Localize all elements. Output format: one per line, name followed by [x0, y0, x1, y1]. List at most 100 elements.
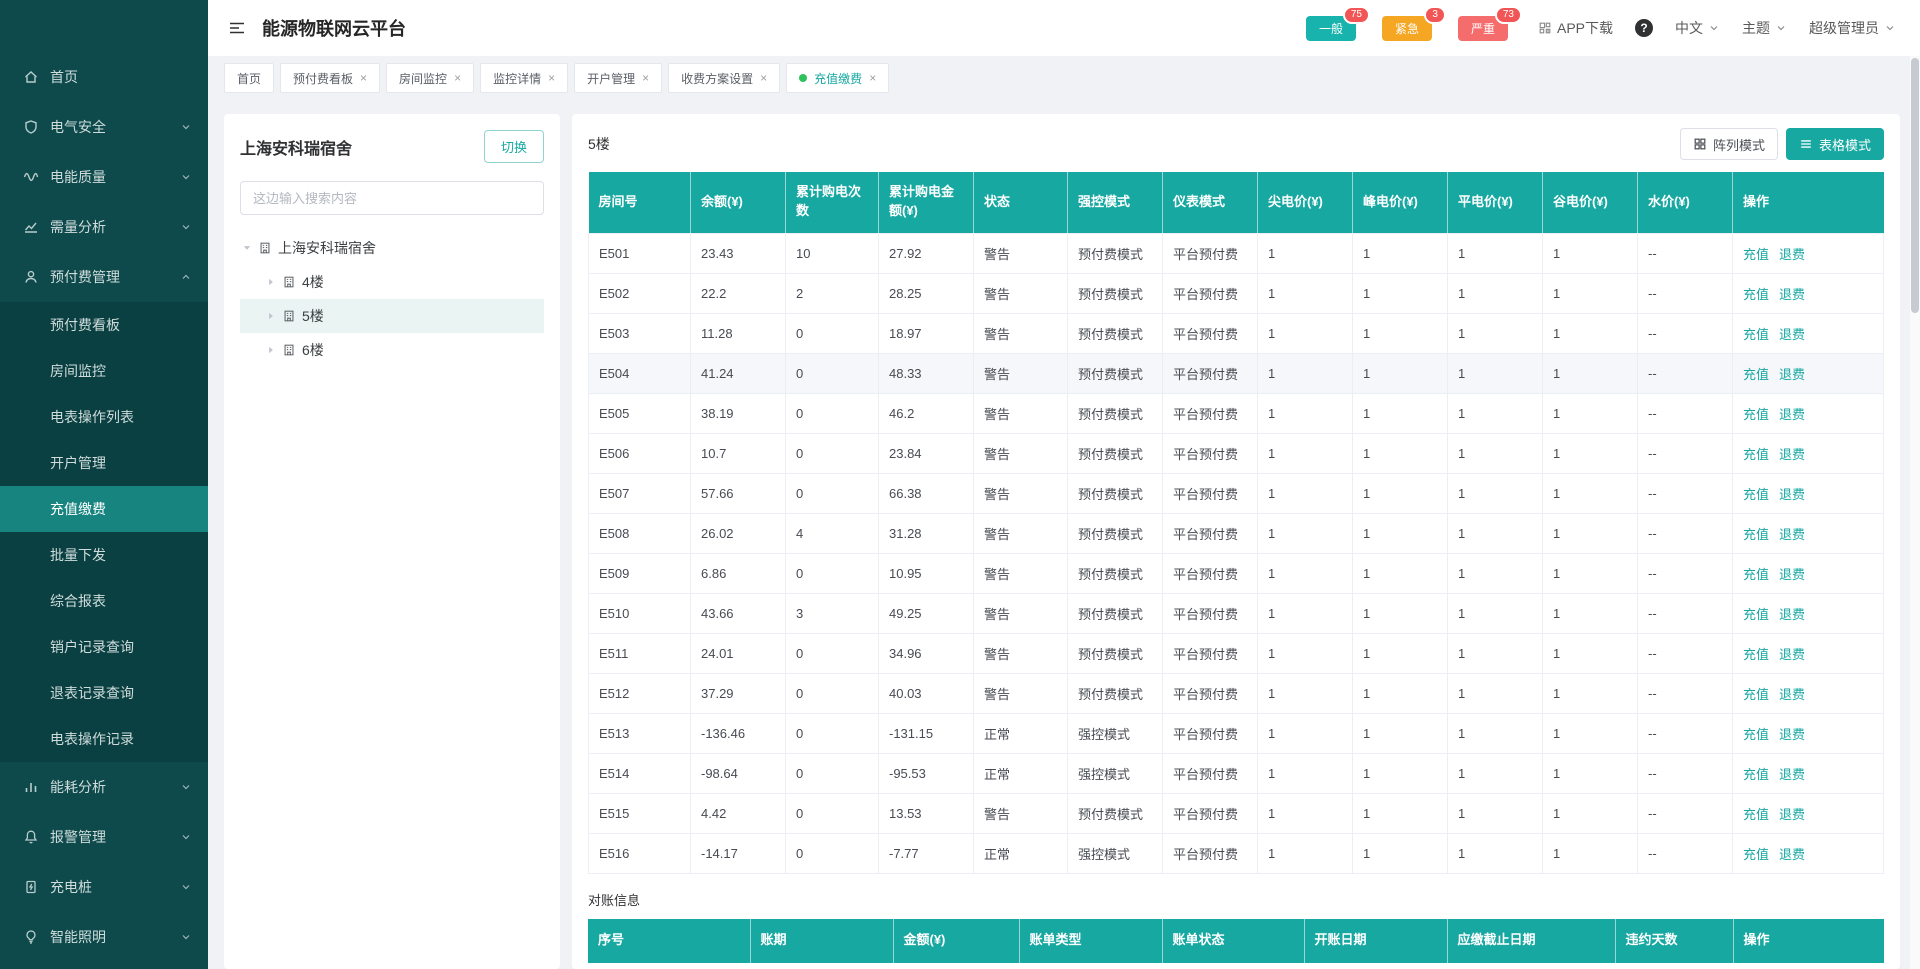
table-cell: 预付费模式: [1068, 433, 1163, 473]
refund-link[interactable]: 退费: [1779, 247, 1805, 262]
sidebar-item-demand-analysis[interactable]: 需量分析: [0, 202, 208, 252]
refund-link[interactable]: 退费: [1779, 607, 1805, 622]
recharge-link[interactable]: 充值: [1743, 327, 1769, 342]
tree-node-floor[interactable]: 5楼: [240, 299, 544, 333]
sidebar-item-charging-pile[interactable]: 充电桩: [0, 862, 208, 912]
theme-selector[interactable]: 主题: [1742, 18, 1787, 38]
table-cell: --: [1638, 433, 1733, 473]
caret-right-icon[interactable]: [266, 277, 276, 287]
sidebar-item-meter-return-query[interactable]: 退表记录查询: [0, 670, 208, 716]
sidebar-item-alarm-management[interactable]: 报警管理: [0, 812, 208, 862]
tab-room-monitor[interactable]: 房间监控×: [386, 63, 474, 93]
recharge-link[interactable]: 充值: [1743, 687, 1769, 702]
recharge-link[interactable]: 充值: [1743, 447, 1769, 462]
table-cell: --: [1638, 473, 1733, 513]
sidebar-item-comprehensive-report[interactable]: 综合报表: [0, 578, 208, 624]
tab-close-icon[interactable]: ×: [642, 72, 649, 84]
tab-close-icon[interactable]: ×: [548, 72, 555, 84]
tab-account-management[interactable]: 开户管理×: [574, 63, 662, 93]
chevron-down-icon: [180, 831, 192, 843]
table-cell: 1: [1258, 233, 1353, 273]
recharge-link[interactable]: 充值: [1743, 567, 1769, 582]
refund-link[interactable]: 退费: [1779, 847, 1805, 862]
alarm-badge-urgent[interactable]: 紧急3: [1382, 16, 1432, 41]
sidebar-item-electrical-safety[interactable]: 电气安全: [0, 102, 208, 152]
recharge-link[interactable]: 充值: [1743, 527, 1769, 542]
switch-building-button[interactable]: 切换: [484, 130, 544, 163]
recharge-link[interactable]: 充值: [1743, 727, 1769, 742]
sidebar-item-prepaid-dashboard[interactable]: 预付费看板: [0, 302, 208, 348]
refund-link[interactable]: 退费: [1779, 327, 1805, 342]
caret-right-icon[interactable]: [266, 311, 276, 321]
app-download-button[interactable]: APP下载: [1538, 18, 1613, 38]
refund-link[interactable]: 退费: [1779, 807, 1805, 822]
tab-close-icon[interactable]: ×: [454, 72, 461, 84]
table-cell: 1: [1543, 353, 1638, 393]
tab-fee-plan-settings[interactable]: 收费方案设置×: [668, 63, 780, 93]
refund-link[interactable]: 退费: [1779, 447, 1805, 462]
user-menu[interactable]: 超级管理员: [1809, 18, 1896, 38]
table-mode-button[interactable]: 表格模式: [1786, 128, 1884, 160]
refund-link[interactable]: 退费: [1779, 687, 1805, 702]
refund-link[interactable]: 退费: [1779, 527, 1805, 542]
sidebar-item-home[interactable]: 首页: [0, 52, 208, 102]
sidebar-item-account-close-query[interactable]: 销户记录查询: [0, 624, 208, 670]
scrollbar-thumb[interactable]: [1911, 58, 1919, 313]
alarm-badge-severe[interactable]: 严重73: [1458, 16, 1508, 41]
recharge-link[interactable]: 充值: [1743, 807, 1769, 822]
tab-close-icon[interactable]: ×: [760, 72, 767, 84]
language-selector[interactable]: 中文: [1675, 18, 1720, 38]
tab-close-icon[interactable]: ×: [869, 72, 876, 84]
refund-link[interactable]: 退费: [1779, 767, 1805, 782]
tree-search-input[interactable]: [240, 181, 544, 215]
tree-node-root[interactable]: 上海安科瑞宿舍: [240, 231, 544, 265]
column-header: 状态: [974, 172, 1068, 233]
sidebar-item-batch-issue[interactable]: 批量下发: [0, 532, 208, 578]
table-cell: 22.2: [691, 273, 786, 313]
recharge-link[interactable]: 充值: [1743, 647, 1769, 662]
recharge-link[interactable]: 充值: [1743, 847, 1769, 862]
sidebar-item-energy-analysis[interactable]: 能耗分析: [0, 762, 208, 812]
home-icon: [22, 69, 40, 85]
refund-link[interactable]: 退费: [1779, 487, 1805, 502]
tab-prepaid-dashboard[interactable]: 预付费看板×: [280, 63, 380, 93]
vertical-scrollbar[interactable]: [1910, 56, 1920, 969]
recharge-link[interactable]: 充值: [1743, 367, 1769, 382]
sidebar-item-label: 房间监控: [50, 361, 106, 381]
sidebar-item-meter-operation-list[interactable]: 电表操作列表: [0, 394, 208, 440]
recharge-link[interactable]: 充值: [1743, 407, 1769, 422]
table-cell: 1: [1543, 433, 1638, 473]
recharge-link[interactable]: 充值: [1743, 767, 1769, 782]
menu-collapse-icon[interactable]: [228, 20, 246, 36]
refund-link[interactable]: 退费: [1779, 407, 1805, 422]
sidebar-item-prepaid-management[interactable]: 预付费管理: [0, 252, 208, 302]
grid-mode-button[interactable]: 阵列模式: [1680, 128, 1778, 160]
recharge-link[interactable]: 充值: [1743, 287, 1769, 302]
refund-link[interactable]: 退费: [1779, 567, 1805, 582]
tab-home[interactable]: 首页: [224, 63, 274, 93]
sidebar-item-power-quality[interactable]: 电能质量: [0, 152, 208, 202]
tab-recharge-payment[interactable]: 充值缴费×: [786, 63, 889, 93]
alarm-badge-general[interactable]: 一般75: [1306, 16, 1356, 41]
refund-link[interactable]: 退费: [1779, 647, 1805, 662]
refund-link[interactable]: 退费: [1779, 367, 1805, 382]
caret-right-icon[interactable]: [266, 345, 276, 355]
sidebar-item-room-monitor[interactable]: 房间监控: [0, 348, 208, 394]
table-cell: 2: [786, 273, 879, 313]
recharge-link[interactable]: 充值: [1743, 487, 1769, 502]
sidebar-item-account-management[interactable]: 开户管理: [0, 440, 208, 486]
column-header: 操作: [1733, 172, 1884, 233]
caret-down-icon[interactable]: [242, 243, 252, 253]
tree-node-floor[interactable]: 6楼: [240, 333, 544, 367]
sidebar-item-meter-operation-record[interactable]: 电表操作记录: [0, 716, 208, 762]
recharge-link[interactable]: 充值: [1743, 247, 1769, 262]
sidebar-item-recharge-payment[interactable]: 充值缴费: [0, 486, 208, 532]
tab-close-icon[interactable]: ×: [360, 72, 367, 84]
tree-node-floor[interactable]: 4楼: [240, 265, 544, 299]
recharge-link[interactable]: 充值: [1743, 607, 1769, 622]
tab-monitor-detail[interactable]: 监控详情×: [480, 63, 568, 93]
refund-link[interactable]: 退费: [1779, 287, 1805, 302]
sidebar-item-smart-lighting[interactable]: 智能照明: [0, 912, 208, 962]
help-icon[interactable]: ?: [1635, 19, 1653, 37]
refund-link[interactable]: 退费: [1779, 727, 1805, 742]
